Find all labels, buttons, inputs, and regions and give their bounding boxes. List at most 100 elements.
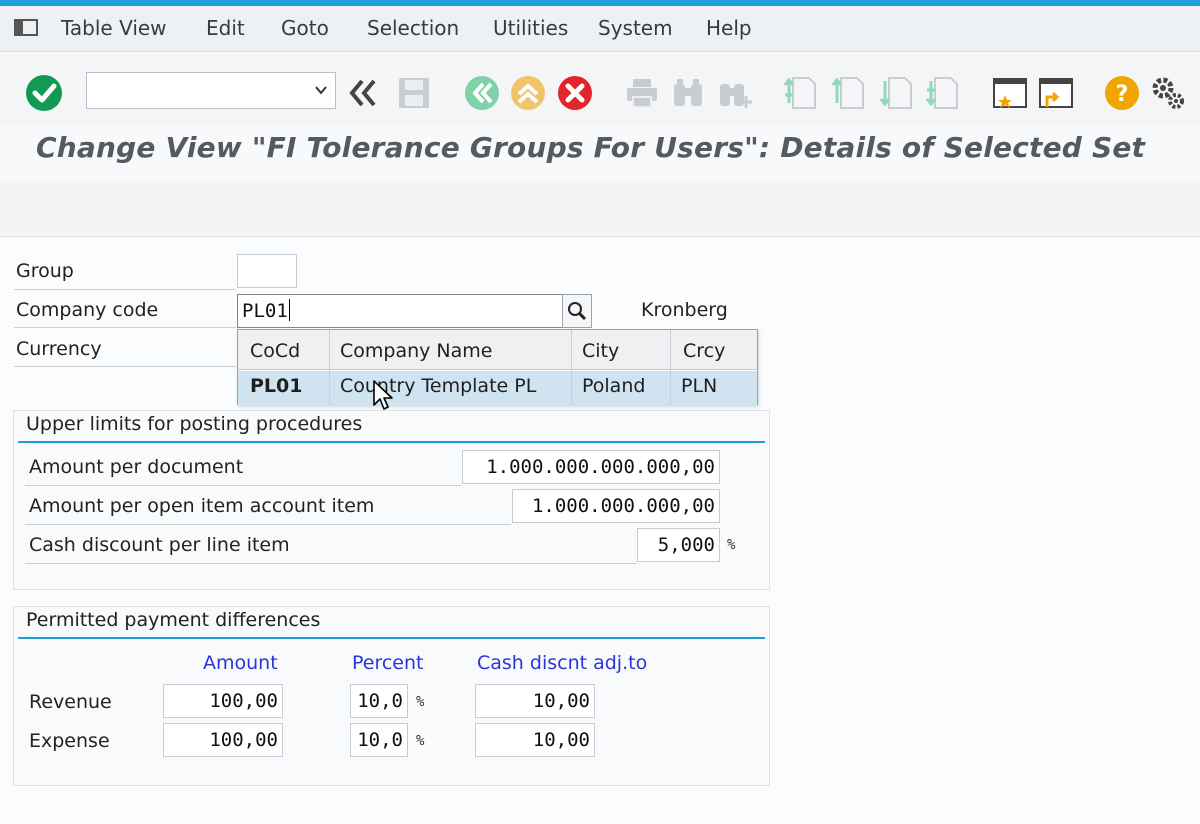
amount-per-open-item-field[interactable]: 1.000.000.000,00 — [512, 489, 720, 523]
cash-discount-label: Cash discount per line item — [29, 534, 290, 556]
search-help-button[interactable] — [562, 294, 592, 328]
amount-per-document-field[interactable]: 1.000.000.000.000,00 — [462, 450, 720, 484]
previous-page-icon — [831, 77, 864, 109]
divider — [14, 289, 236, 290]
command-field[interactable] — [86, 72, 336, 109]
new-session-button[interactable] — [990, 73, 1030, 113]
menu-help[interactable]: Help — [706, 16, 752, 40]
system-toolbar: ? — [0, 53, 1200, 125]
menu-system[interactable]: System — [598, 16, 673, 40]
revenue-amount-field[interactable]: 100,00 — [163, 684, 283, 718]
header-cocd[interactable]: CoCd — [250, 340, 300, 362]
shortcut-button[interactable] — [1036, 73, 1076, 113]
column-divider — [571, 330, 572, 405]
last-page-icon — [925, 77, 958, 109]
row-cocd: PL01 — [250, 375, 303, 397]
group-label: Group — [16, 260, 74, 282]
menu-bar: Table View Edit Goto Selection Utilities… — [0, 6, 1200, 52]
row-company-name: Country Template PL — [340, 375, 537, 397]
amount-per-open-item-label: Amount per open item account item — [29, 495, 375, 517]
menu-goto[interactable]: Goto — [281, 16, 329, 40]
settings-icon — [1152, 77, 1184, 109]
menu-icon[interactable] — [14, 18, 40, 38]
header-company-name[interactable]: Company Name — [340, 340, 492, 362]
print-icon — [627, 79, 657, 108]
popup-header-row: CoCd Company Name City Crcy — [238, 330, 757, 370]
header-city[interactable]: City — [582, 340, 619, 362]
expense-percent-field[interactable]: 10,0 — [350, 723, 408, 757]
help-button[interactable]: ? — [1102, 73, 1142, 113]
percent-column-header: Percent — [352, 652, 424, 674]
print-button[interactable] — [622, 73, 662, 113]
text-cursor — [289, 299, 290, 321]
find-next-icon — [720, 84, 752, 108]
expense-amount-field[interactable]: 100,00 — [163, 723, 283, 757]
divider — [25, 485, 461, 486]
row-crcy: PLN — [681, 375, 718, 397]
group-rule — [18, 637, 765, 639]
help-icon: ? — [1105, 76, 1139, 110]
divider — [25, 563, 637, 564]
company-code-field[interactable]: PL01 — [237, 294, 563, 328]
next-page-icon — [879, 77, 912, 109]
amount-per-document-label: Amount per document — [29, 456, 244, 478]
mouse-pointer-icon — [373, 380, 393, 410]
menu-utilities[interactable]: Utilities — [493, 16, 568, 40]
cash-discount-field[interactable]: 5,000 — [637, 528, 720, 562]
enter-check-icon — [26, 75, 62, 111]
exit-button[interactable] — [508, 73, 548, 113]
new-session-icon — [993, 78, 1027, 108]
upper-limits-title: Upper limits for posting procedures — [26, 413, 363, 435]
command-input[interactable] — [87, 73, 307, 108]
cash-discount-adj-column-header: Cash discnt adj.to — [477, 652, 648, 674]
first-page-button[interactable] — [780, 73, 820, 113]
divider — [14, 366, 236, 367]
page-title: Change View "FI Tolerance Groups For Use… — [36, 131, 1146, 164]
save-button[interactable] — [394, 73, 434, 113]
percent-unit: % — [416, 733, 425, 749]
percent-unit: % — [416, 694, 425, 710]
popup-result-row[interactable]: PL01 Country Template PL Poland PLN — [238, 371, 757, 405]
previous-page-button[interactable] — [828, 73, 868, 113]
amount-column-header: Amount — [203, 652, 278, 674]
payment-differences-title: Permitted payment differences — [26, 609, 321, 631]
title-area: Change View "FI Tolerance Groups For Use… — [0, 125, 1200, 181]
command-dropdown-icon[interactable] — [313, 82, 329, 98]
divider — [25, 524, 511, 525]
first-page-icon — [783, 77, 816, 109]
expense-cash-discount-field[interactable]: 10,00 — [475, 723, 595, 757]
cancel-button[interactable] — [555, 73, 595, 113]
percent-unit: % — [727, 537, 736, 553]
application-toolbar — [0, 181, 1200, 237]
find-icon — [674, 79, 702, 106]
group-field[interactable] — [237, 254, 297, 288]
divider — [14, 327, 236, 328]
row-city: Poland — [582, 375, 646, 397]
company-city: Kronberg — [641, 299, 728, 321]
find-next-button[interactable] — [715, 73, 755, 113]
value-help-popup: CoCd Company Name City Crcy PL01 Country… — [237, 329, 758, 405]
next-page-button[interactable] — [876, 73, 916, 113]
menu-selection[interactable]: Selection — [367, 16, 459, 40]
svg-text:?: ? — [1116, 82, 1129, 107]
revenue-label: Revenue — [29, 691, 112, 713]
expense-label: Expense — [29, 730, 110, 752]
currency-label: Currency — [16, 338, 102, 360]
menu-table-view[interactable]: Table View — [61, 16, 167, 40]
collapse-icon — [349, 79, 376, 107]
enter-button[interactable] — [24, 73, 64, 113]
company-code-label: Company code — [16, 299, 159, 321]
collapse-button[interactable] — [344, 73, 384, 113]
cancel-icon — [558, 76, 592, 110]
column-divider — [329, 330, 330, 405]
header-crcy[interactable]: Crcy — [683, 340, 725, 362]
revenue-percent-field[interactable]: 10,0 — [350, 684, 408, 718]
menu-edit[interactable]: Edit — [206, 16, 245, 40]
find-button[interactable] — [668, 73, 708, 113]
group-rule — [18, 441, 765, 443]
back-button[interactable] — [462, 73, 502, 113]
revenue-cash-discount-field[interactable]: 10,00 — [475, 684, 595, 718]
exit-icon — [511, 76, 545, 110]
last-page-button[interactable] — [922, 73, 962, 113]
settings-button[interactable] — [1148, 73, 1188, 113]
